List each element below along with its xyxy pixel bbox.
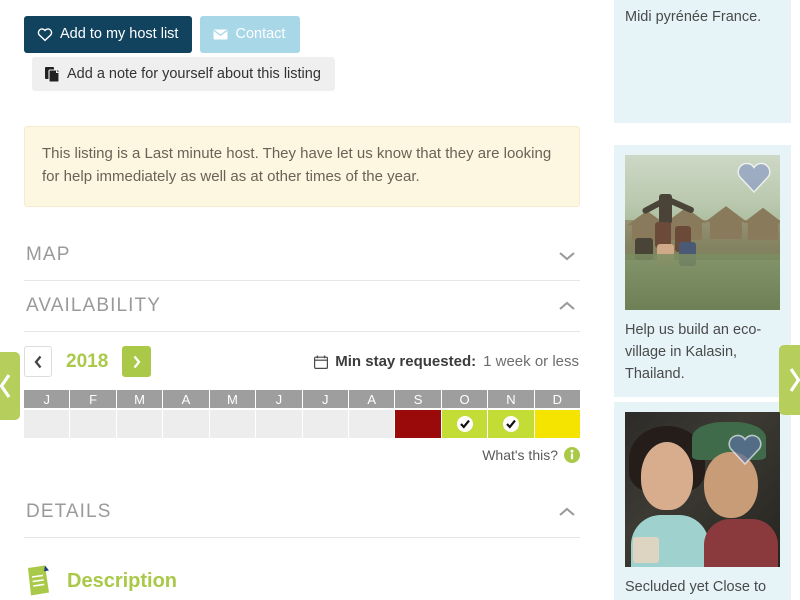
calendar-month-11: D xyxy=(534,390,581,408)
calendar-status-8[interactable] xyxy=(395,410,441,438)
add-note-button[interactable]: Add a note for yourself about this listi… xyxy=(32,57,335,91)
add-to-host-list-button[interactable]: Add to my host list xyxy=(24,16,193,53)
chevron-right-icon xyxy=(789,368,800,392)
sidebar-card-3-caption: Secluded yet Close to City Organic Farm … xyxy=(625,579,767,595)
envelope-icon xyxy=(213,29,228,40)
check-icon xyxy=(502,416,519,432)
copy-note-icon xyxy=(45,66,60,83)
chevron-up-icon[interactable] xyxy=(556,506,578,519)
availability-section-header[interactable]: AVAILABILITY xyxy=(24,291,580,332)
description-heading: Description xyxy=(24,564,580,598)
year-label: 2018 xyxy=(66,350,109,372)
calendar-month-headers: JFMAMJJASOND xyxy=(24,390,581,408)
add-to-host-list-label: Add to my host list xyxy=(60,26,179,43)
heart-icon xyxy=(37,27,53,42)
sidebar-card-1[interactable]: We wish to welcome one or a volunteer fo… xyxy=(614,0,791,123)
sidebar-card-3[interactable]: Secluded yet Close to City Organic Farm … xyxy=(614,402,791,600)
calendar-status-11[interactable] xyxy=(534,410,581,438)
whats-this-label: What's this? xyxy=(482,447,558,463)
section-availability: AVAILABILITY 2018 Min stay requested: 1 … xyxy=(24,291,581,463)
heart-icon xyxy=(737,162,771,194)
calendar-month-0: J xyxy=(24,390,70,408)
eco-village-group-photo[interactable] xyxy=(625,155,780,310)
calendar-status-bars xyxy=(24,410,581,438)
calendar-status-9[interactable] xyxy=(441,410,488,438)
check-icon xyxy=(456,416,473,432)
section-details: DETAILS Description xyxy=(24,497,580,598)
calendar-month-1: F xyxy=(70,390,116,408)
calendar-icon xyxy=(314,355,329,369)
main-content: Add to my host list Contact Add a note f… xyxy=(0,0,605,600)
document-icon xyxy=(24,564,54,598)
calendar-month-10: N xyxy=(488,390,534,408)
next-year-button[interactable] xyxy=(122,346,152,377)
sidebar-card-2[interactable]: Help us build an eco-village in Kalasin,… xyxy=(614,145,791,398)
calendar-month-7: A xyxy=(348,390,395,408)
next-listing-arrow[interactable] xyxy=(779,345,800,415)
last-minute-host-notice: This listing is a Last minute host. They… xyxy=(24,126,580,207)
availability-calendar: JFMAMJJASOND xyxy=(24,390,581,438)
sidebar-card-1-caption: We wish to welcome one or a volunteer fo… xyxy=(625,0,767,26)
chevron-right-icon xyxy=(133,355,141,368)
calendar-month-9: O xyxy=(441,390,488,408)
chevron-down-icon[interactable] xyxy=(556,249,578,262)
chevron-left-icon xyxy=(34,355,41,368)
year-line: 2018 Min stay requested: 1 week or less xyxy=(24,346,580,377)
calendar-status-10[interactable] xyxy=(488,410,534,438)
availability-body: 2018 Min stay requested: 1 week or less xyxy=(24,332,581,463)
calendar-month-5: J xyxy=(256,390,302,408)
previous-listing-arrow[interactable] xyxy=(0,352,20,420)
min-stay-value: 1 week or less xyxy=(483,353,579,370)
details-section-header[interactable]: DETAILS xyxy=(24,497,580,538)
calendar-status-3[interactable] xyxy=(163,410,209,438)
availability-section-title: AVAILABILITY xyxy=(26,295,161,316)
people-silhouettes xyxy=(631,192,727,288)
calendar-status-4[interactable] xyxy=(209,410,256,438)
details-section-title: DETAILS xyxy=(26,501,112,522)
calendar-month-4: M xyxy=(209,390,256,408)
calendar-status-7[interactable] xyxy=(348,410,395,438)
contact-button[interactable]: Contact xyxy=(200,16,301,53)
calendar-status-1[interactable] xyxy=(70,410,116,438)
action-buttons: Add to my host list Contact xyxy=(24,16,301,53)
map-section-title: MAP xyxy=(26,244,71,265)
heart-icon xyxy=(728,434,762,466)
calendar-month-8: S xyxy=(395,390,441,408)
whats-this-link[interactable]: What's this? xyxy=(24,447,580,463)
sidebar: We wish to welcome one or a volunteer fo… xyxy=(605,0,800,600)
calendar-month-2: M xyxy=(116,390,163,408)
map-section-header[interactable]: MAP xyxy=(24,240,580,281)
calendar-status-5[interactable] xyxy=(256,410,302,438)
calendar-month-3: A xyxy=(163,390,209,408)
details-body: Description xyxy=(24,538,580,598)
contact-label: Contact xyxy=(235,26,286,42)
section-map: MAP xyxy=(24,240,580,281)
info-icon[interactable] xyxy=(564,447,580,463)
min-stay-label: Min stay requested: xyxy=(335,353,477,370)
add-note-label: Add a note for yourself about this listi… xyxy=(67,66,321,82)
description-title: Description xyxy=(67,569,178,592)
notice-text: This listing is a Last minute host. They… xyxy=(42,145,552,185)
min-stay-info: Min stay requested: 1 week or less xyxy=(314,353,580,370)
calendar-month-6: J xyxy=(302,390,348,408)
chevron-up-icon[interactable] xyxy=(556,300,578,313)
year-navigator: 2018 xyxy=(24,346,152,377)
sidebar-card-2-caption: Help us build an eco-village in Kalasin,… xyxy=(625,322,762,383)
listing-page: Add to my host list Contact Add a note f… xyxy=(0,0,800,600)
previous-year-button[interactable] xyxy=(24,346,52,377)
calendar-status-0[interactable] xyxy=(24,410,70,438)
calendar-status-6[interactable] xyxy=(302,410,348,438)
chevron-left-icon xyxy=(0,374,10,398)
couple-portrait-photo[interactable] xyxy=(625,412,780,567)
calendar-status-2[interactable] xyxy=(116,410,163,438)
